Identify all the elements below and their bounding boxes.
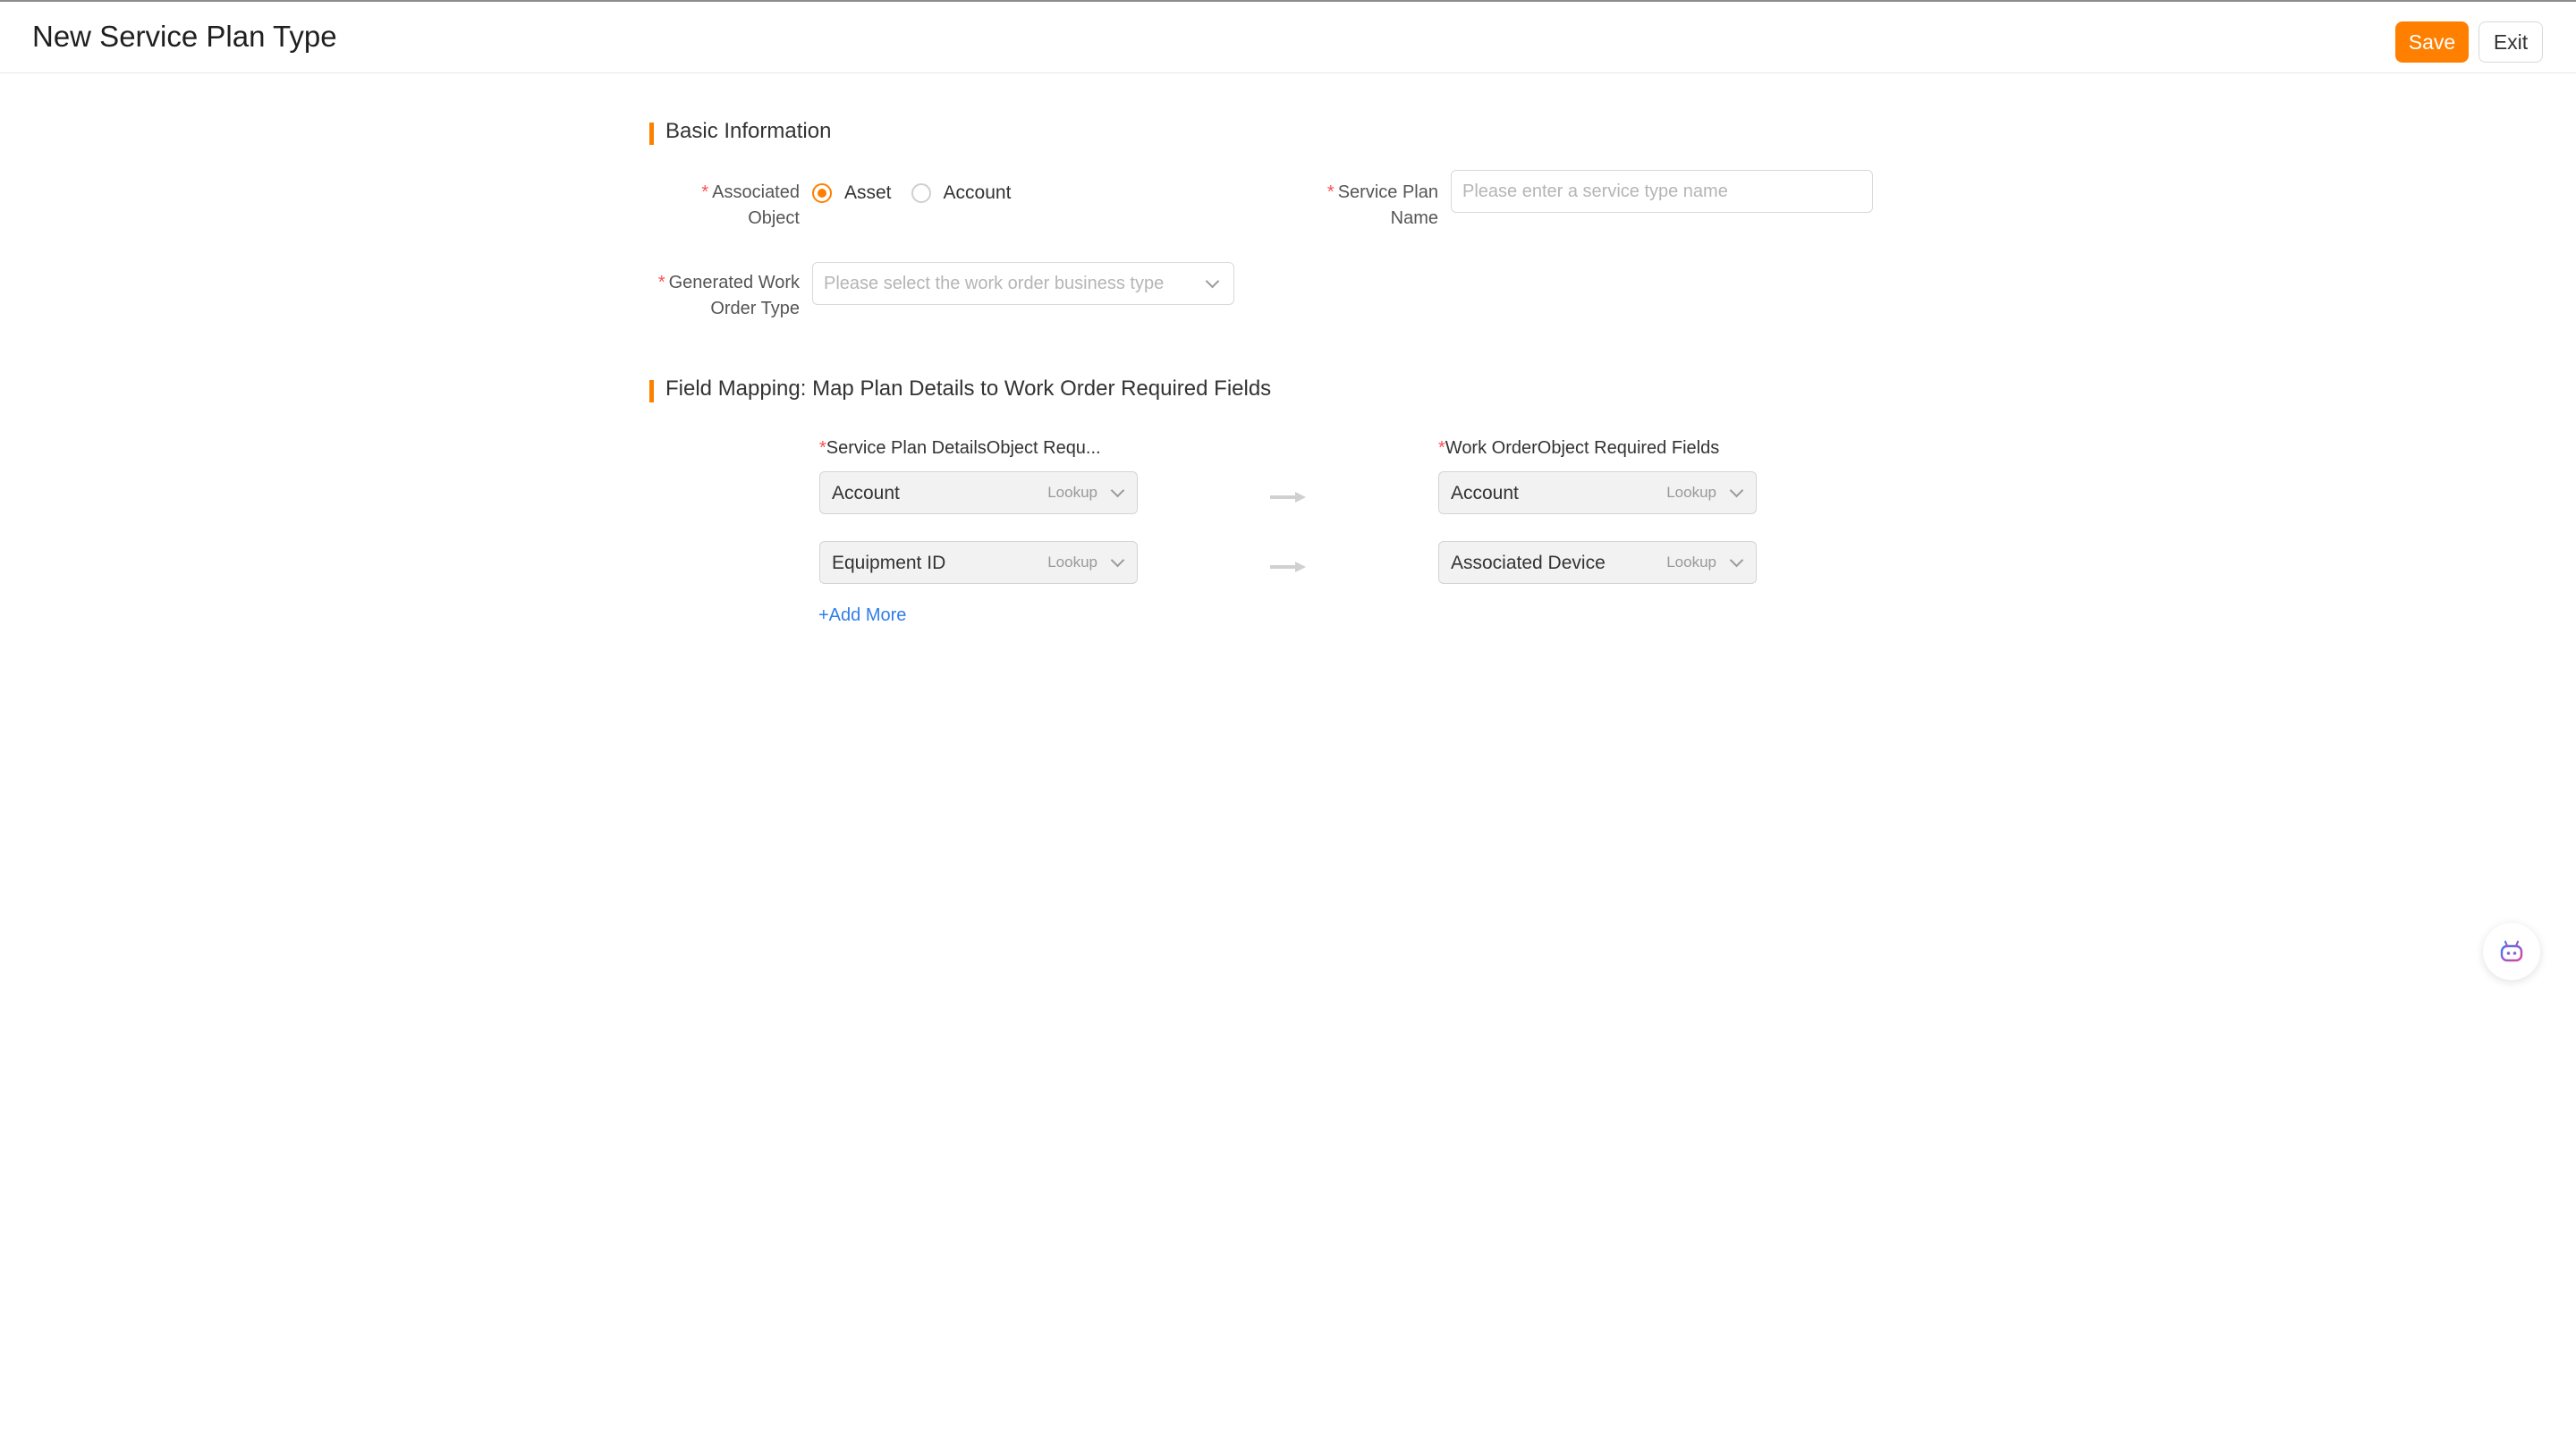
page-header: New Service Plan Type Save Exit [0,2,2576,73]
chevron-down-icon [1110,553,1125,568]
work-order-type-placeholder: Please select the work order business ty… [824,274,1165,293]
add-more-link[interactable]: +Add More [818,605,906,626]
associated-object-label: * Associated Object [701,182,800,228]
section-accent-bar [649,123,654,145]
section-accent-bar [649,380,654,402]
required-marker: * [657,273,665,292]
source-field-type: Lookup [1047,484,1097,501]
target-field-type: Lookup [1666,484,1716,501]
service-plan-name-label: * Service Plan Name [1326,182,1438,228]
source-field-type: Lookup [1047,554,1097,571]
source-column-header: *Service Plan DetailsObject Requ... [819,438,1101,458]
target-field-select[interactable]: Account Lookup [1438,471,1757,514]
source-field-select[interactable]: Account Lookup [819,471,1138,514]
section-title-text: Field Mapping: Map Plan Details to Work … [665,376,1272,401]
assistant-button[interactable] [2483,923,2540,980]
source-field-value: Equipment ID [832,553,946,573]
chevron-down-icon [1729,483,1744,498]
section-field-mapping: Field Mapping: Map Plan Details to Work … [649,376,1271,402]
right-arrow-icon [1270,562,1306,572]
chevron-down-icon [1729,553,1744,568]
target-field-select[interactable]: Associated Device Lookup [1438,541,1757,584]
work-order-type-select[interactable]: Please select the work order business ty… [812,262,1234,305]
required-marker: * [701,182,709,202]
generated-work-order-type-label: * Generated Work Order Type [657,273,800,318]
target-column-header: *Work OrderObject Required Fields [1438,438,1720,458]
associated-object-radio-group: Asset Account [812,180,1030,207]
source-field-value: Account [832,483,900,503]
radio-unchecked-icon [911,183,931,203]
target-field-type: Lookup [1666,554,1716,571]
required-marker: * [1438,438,1445,458]
required-marker: * [819,438,826,458]
robot-assistant-icon [2500,940,2523,962]
chevron-down-icon [1205,274,1220,289]
page-title: New Service Plan Type [32,20,337,53]
chevron-down-icon [1110,483,1125,498]
target-field-value: Account [1451,483,1519,503]
radio-asset[interactable]: Asset [812,182,892,204]
required-marker: * [1326,182,1335,202]
source-field-select[interactable]: Equipment ID Lookup [819,541,1138,584]
save-button[interactable]: Save [2395,21,2469,63]
section-basic-information: Basic Information [649,119,831,145]
right-arrow-icon [1270,492,1306,503]
service-plan-name-input[interactable] [1451,170,1873,213]
radio-checked-icon [812,183,832,203]
target-field-value: Associated Device [1451,553,1606,573]
section-title-text: Basic Information [665,119,832,143]
exit-button[interactable]: Exit [2479,21,2543,63]
radio-account[interactable]: Account [911,182,1011,204]
